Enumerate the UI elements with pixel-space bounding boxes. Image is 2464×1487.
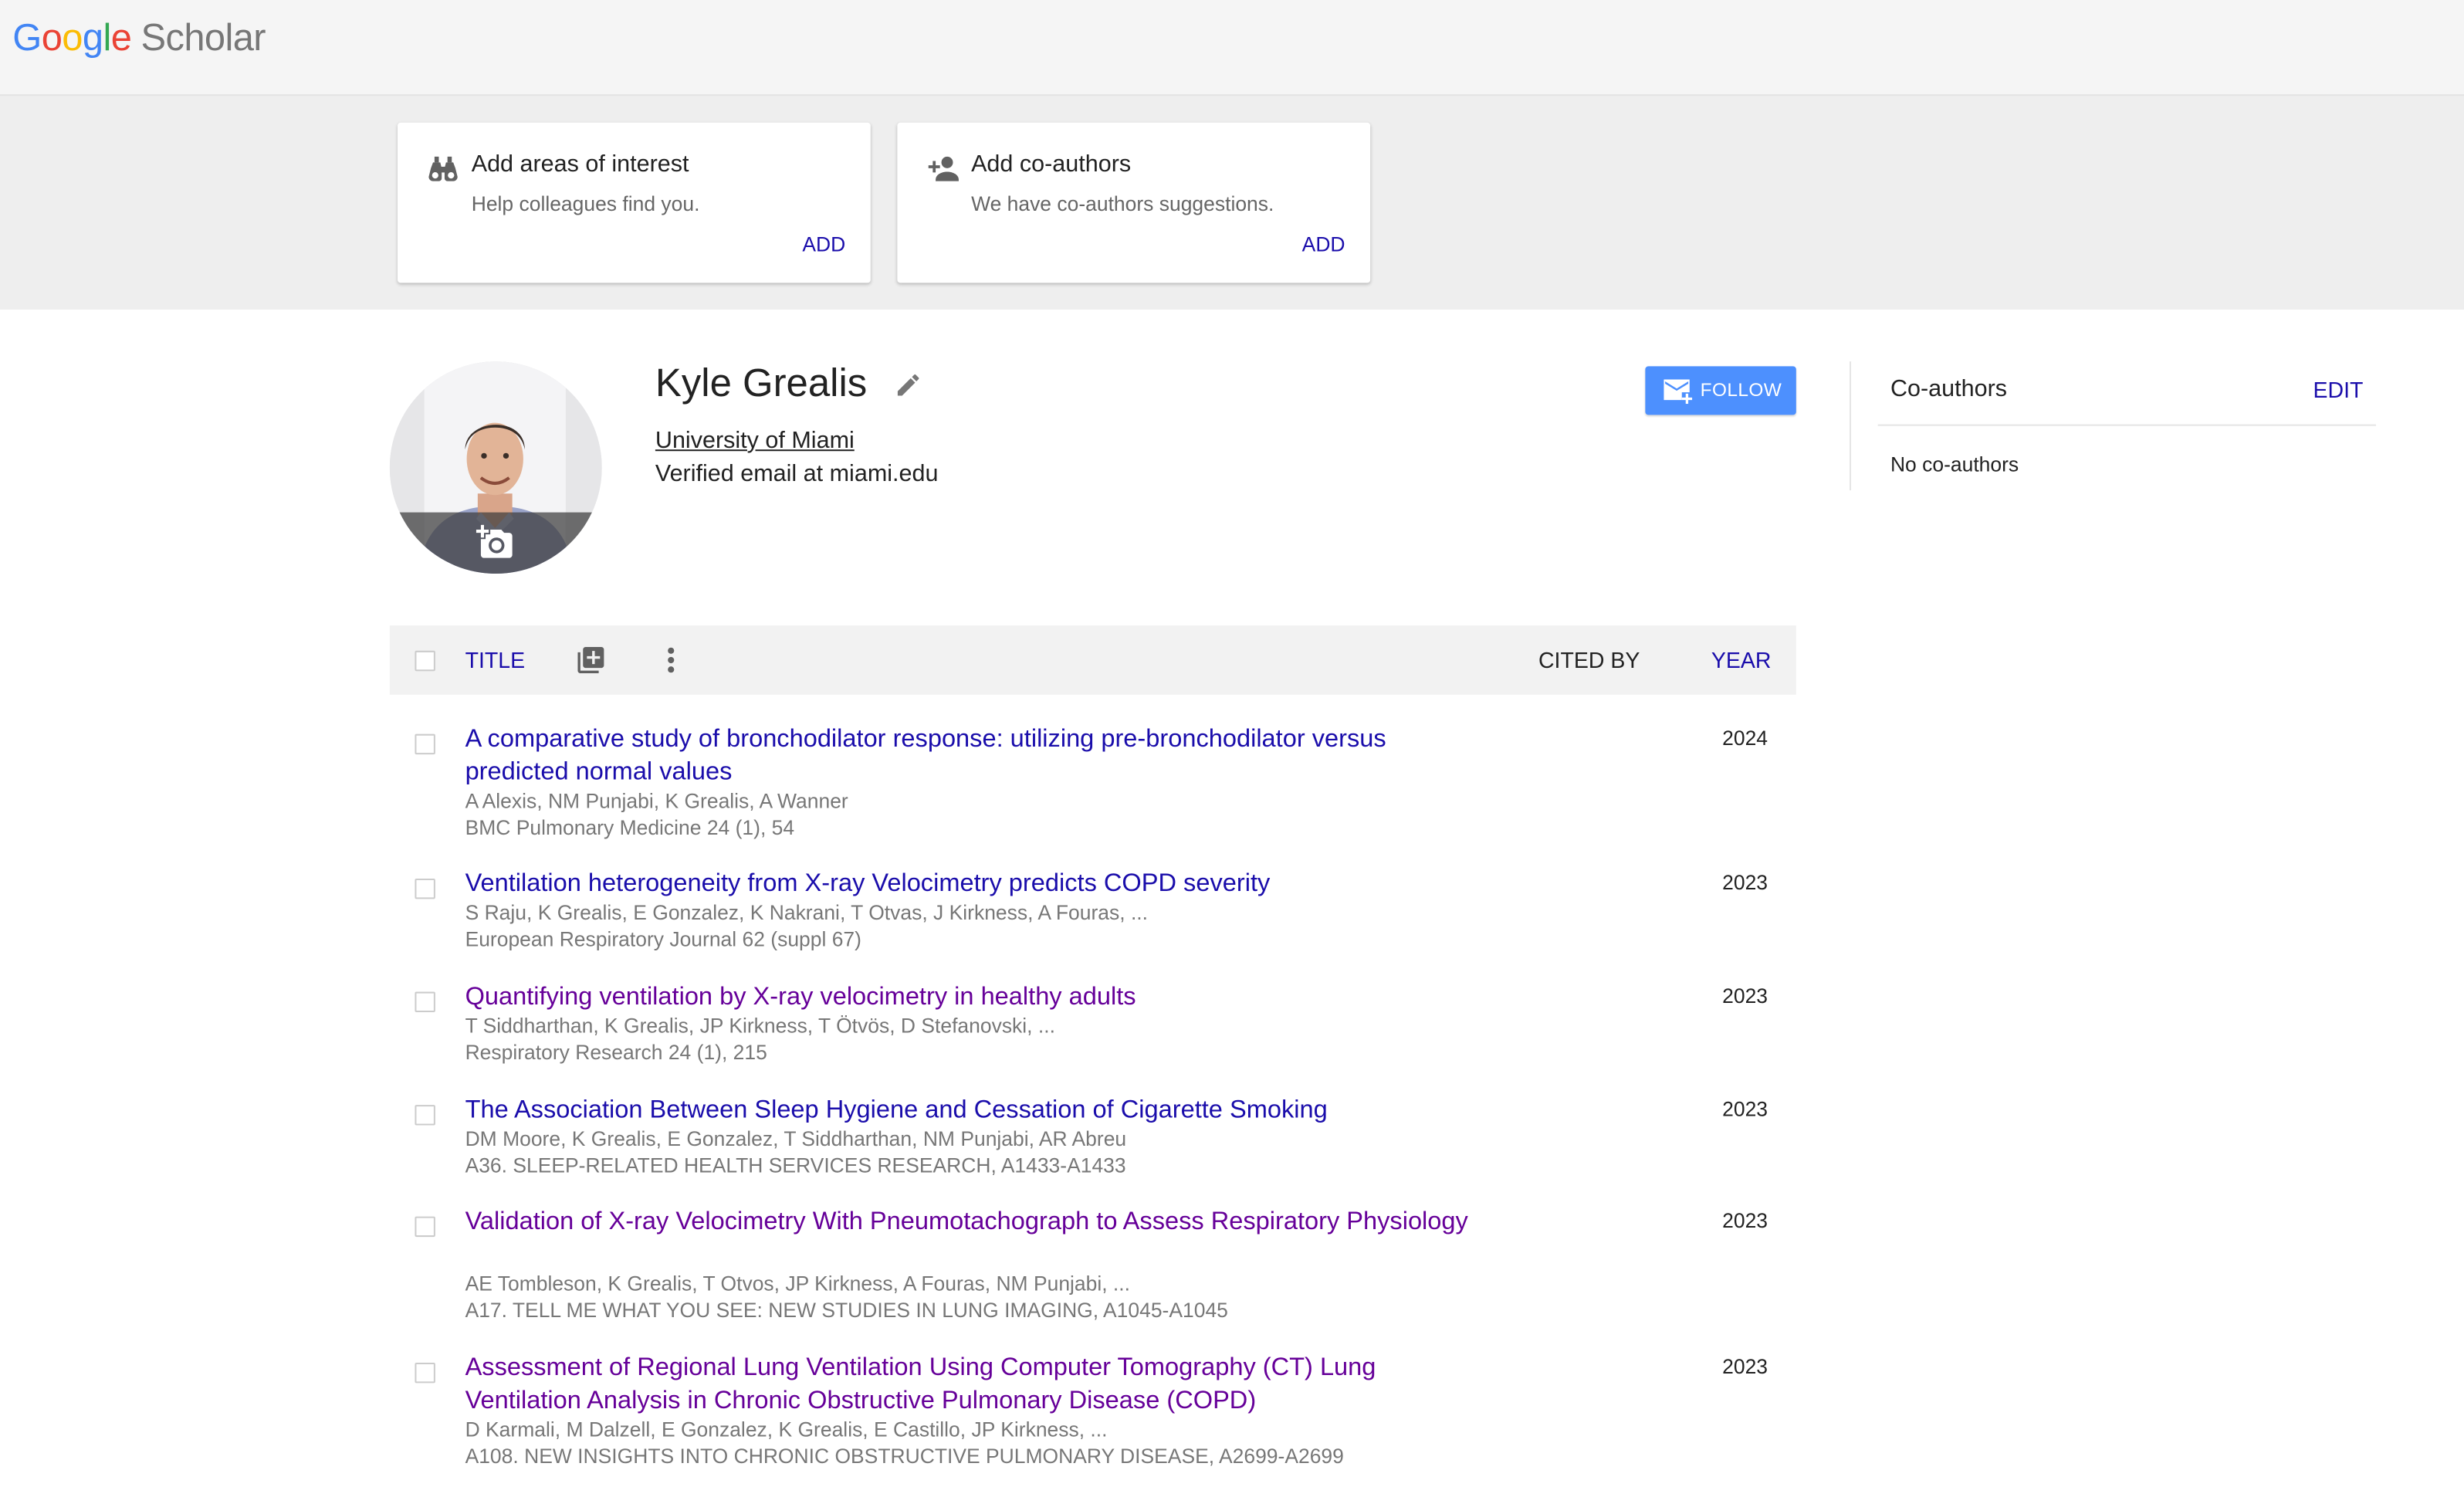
coauthors-title: Co-authors <box>1890 375 2008 403</box>
sidebar-divider <box>1850 361 1852 491</box>
article-venue: Respiratory Research 24 (1), 215 <box>465 1040 767 1065</box>
card-subtitle: We have co-authors suggestions. <box>971 191 1274 215</box>
add-article-icon[interactable] <box>575 645 607 676</box>
follow-label: FOLLOW <box>1700 378 1782 401</box>
article-title-link[interactable]: Ventilation heterogeneity from X-ray Vel… <box>465 868 1471 901</box>
top-bar: Google Scholar <box>0 0 2464 95</box>
verified-email: Verified email at miami.edu <box>655 460 939 488</box>
binoculars-icon <box>428 156 458 181</box>
row-checkbox[interactable] <box>415 1362 435 1384</box>
article-venue: A17. TELL ME WHAT YOU SEE: NEW STUDIES I… <box>465 1298 1228 1323</box>
no-coauthors-text: No co-authors <box>1890 452 2019 476</box>
article-title-link[interactable]: A comparative study of bronchodilator re… <box>465 723 1471 788</box>
coauthors-divider <box>1877 424 2376 426</box>
more-vert-icon[interactable] <box>660 645 682 676</box>
row-checkbox[interactable] <box>415 878 435 899</box>
row-checkbox[interactable] <box>415 1216 435 1238</box>
row-checkbox[interactable] <box>415 1105 435 1126</box>
article-authors: A Alexis, NM Punjabi, K Grealis, A Wanne… <box>465 788 848 813</box>
article-year: 2023 <box>1722 1354 1768 1379</box>
article-authors: D Karmali, M Dalzell, E Gonzalez, K Grea… <box>465 1418 1108 1441</box>
card-title: Add areas of interest <box>471 151 689 178</box>
article-authors: S Raju, K Grealis, E Gonzalez, K Nakrani… <box>465 900 1149 924</box>
article-title-link[interactable]: Validation of X-ray Velocimetry With Pne… <box>465 1205 1471 1238</box>
affiliation-link[interactable]: University of Miami <box>655 428 855 455</box>
edit-pencil-icon[interactable] <box>894 371 922 399</box>
follow-button[interactable]: FOLLOW <box>1645 366 1796 415</box>
add-coauthors-card: Add co-authors We have co-authors sugges… <box>897 122 1371 283</box>
article-year: 2023 <box>1722 870 1768 895</box>
article-title-link[interactable]: Quantifying ventilation by X-ray velocim… <box>465 981 1471 1014</box>
sort-by-title[interactable]: TITLE <box>465 648 526 673</box>
coauthors-edit-button[interactable]: EDIT <box>2313 378 2364 403</box>
select-all-checkbox[interactable] <box>415 650 435 672</box>
article-year: 2024 <box>1722 726 1768 750</box>
article-authors: AE Tombleson, K Grealis, T Otvos, JP Kir… <box>465 1271 1131 1296</box>
card-title: Add co-authors <box>971 151 1132 178</box>
cited-by-header: CITED BY <box>1538 647 1640 673</box>
add-interests-button[interactable]: ADD <box>802 232 845 256</box>
person-add-icon <box>928 156 959 181</box>
profile-name: Kyle Grealis <box>655 361 868 406</box>
article-venue: BMC Pulmonary Medicine 24 (1), 54 <box>465 815 795 840</box>
article-title-link[interactable]: Assessment of Regional Lung Ventilation … <box>465 1352 1471 1418</box>
article-title-link[interactable]: The Association Between Sleep Hygiene an… <box>465 1094 1471 1127</box>
google-scholar-logo[interactable]: Google Scholar <box>12 15 266 63</box>
article-year: 2023 <box>1722 1096 1768 1121</box>
article-venue: European Respiratory Journal 62 (suppl 6… <box>465 927 861 951</box>
article-venue: A36. SLEEP-RELATED HEALTH SERVICES RESEA… <box>465 1153 1126 1177</box>
row-checkbox[interactable] <box>415 733 435 755</box>
add-photo-icon[interactable] <box>476 523 514 561</box>
add-interests-card: Add areas of interest Help colleagues fi… <box>398 122 871 283</box>
card-subtitle: Help colleagues find you. <box>471 191 700 215</box>
avatar[interactable] <box>389 361 602 574</box>
add-coauthors-button[interactable]: ADD <box>1302 232 1345 256</box>
article-year: 2023 <box>1722 1208 1768 1232</box>
mail-plus-icon <box>1664 379 1693 405</box>
scholar-profile-page: Google Scholar Add areas of interest Help… <box>0 0 2464 1487</box>
article-year: 2023 <box>1722 984 1768 1008</box>
article-authors: T Siddharthan, K Grealis, JP Kirkness, T… <box>465 1014 1055 1038</box>
article-authors: DM Moore, K Grealis, E Gonzalez, T Siddh… <box>465 1126 1127 1151</box>
sort-by-year[interactable]: YEAR <box>1711 648 1772 673</box>
suggestions-band: Add areas of interest Help colleagues fi… <box>0 94 2464 310</box>
articles-table-header: TITLE CITED BY YEAR <box>389 625 1796 695</box>
article-venue: A108. NEW INSIGHTS INTO CHRONIC OBSTRUCT… <box>465 1444 1344 1468</box>
row-checkbox[interactable] <box>415 991 435 1012</box>
